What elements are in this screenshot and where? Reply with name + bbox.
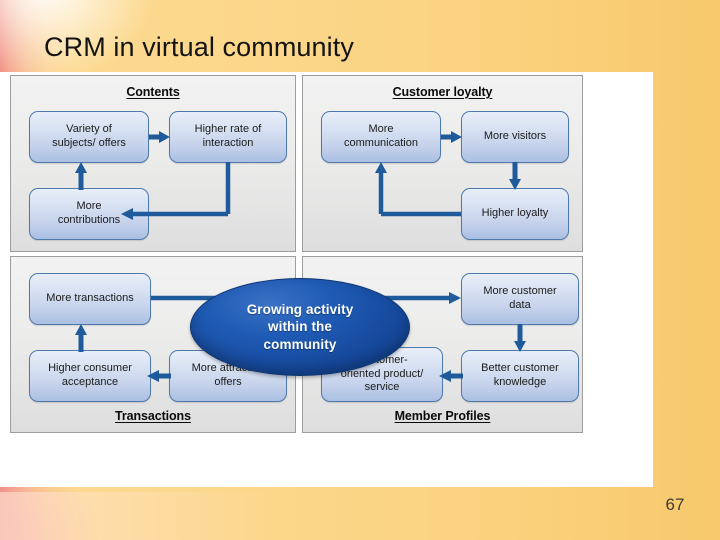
- node-more-visitors: More visitors: [461, 111, 569, 163]
- node-label: More transactions: [46, 292, 134, 305]
- arrow-communication-to-visitors: [441, 129, 463, 145]
- node-higher-consumer-acceptance: Higher consumer acceptance: [29, 350, 151, 402]
- panel-title-customer-loyalty: Customer loyalty: [392, 85, 493, 99]
- diagram-image-area: Contents Variety of subjects/ offers High…: [0, 72, 653, 487]
- node-better-customer-knowledge: Better customer knowledge: [461, 350, 579, 402]
- arrow-variety-to-higher-rate: [149, 129, 171, 145]
- panel-title-member-profiles: Member Profiles: [394, 409, 491, 423]
- panel-title-transactions: Transactions: [115, 409, 191, 423]
- node-more-customer-data: More customer data: [461, 273, 579, 325]
- panel-title-contents: Contents: [126, 85, 180, 99]
- node-more-transactions: More transactions: [29, 273, 151, 325]
- node-label: Better customer knowledge: [481, 362, 559, 388]
- node-higher-rate-of-interaction: Higher rate of interaction: [169, 111, 287, 163]
- arrow-acceptance-to-transactions: [73, 324, 89, 352]
- arrow-knowledge-to-product-service: [439, 368, 463, 384]
- hub-line-1: Growing activity: [246, 302, 354, 318]
- node-label: Higher loyalty: [481, 207, 549, 220]
- node-label: More communication: [344, 123, 418, 149]
- hub-line-2: within the: [268, 319, 332, 335]
- hub-line-3: community: [263, 336, 337, 352]
- slide-canvas: CRM in virtual community Contents Variet…: [0, 0, 720, 540]
- node-label: Variety of subjects/ offers: [52, 123, 126, 149]
- node-label: More contributions: [57, 200, 121, 226]
- arrow-higher-rate-to-contributions: [119, 162, 239, 224]
- page-number: 67: [665, 495, 685, 514]
- arrow-visitors-to-higher-loyalty: [507, 162, 523, 190]
- arrow-offers-to-acceptance: [147, 368, 171, 384]
- central-hub-ellipse: Growing activity within the community: [190, 278, 410, 376]
- node-label: More customer data: [483, 285, 557, 311]
- arrow-contributions-to-variety: [73, 162, 89, 190]
- page-title: CRM in virtual community: [44, 32, 354, 62]
- node-variety-of-subjects-offers: Variety of subjects/ offers: [29, 111, 149, 163]
- node-label: More visitors: [483, 130, 547, 143]
- node-higher-loyalty: Higher loyalty: [461, 188, 569, 240]
- background-bottom-band: [0, 492, 720, 540]
- panel-customer-loyalty: Customer loyalty More communication More …: [302, 75, 583, 252]
- arrow-customer-data-to-knowledge: [512, 324, 528, 352]
- arrow-higher-loyalty-to-communication: [365, 162, 465, 224]
- node-label: Higher rate of interaction: [194, 123, 262, 149]
- panel-contents: Contents Variety of subjects/ offers High…: [10, 75, 296, 252]
- central-hub-label: Growing activity within the community: [247, 301, 354, 353]
- node-label: Higher consumer acceptance: [48, 362, 132, 388]
- node-more-communication: More communication: [321, 111, 441, 163]
